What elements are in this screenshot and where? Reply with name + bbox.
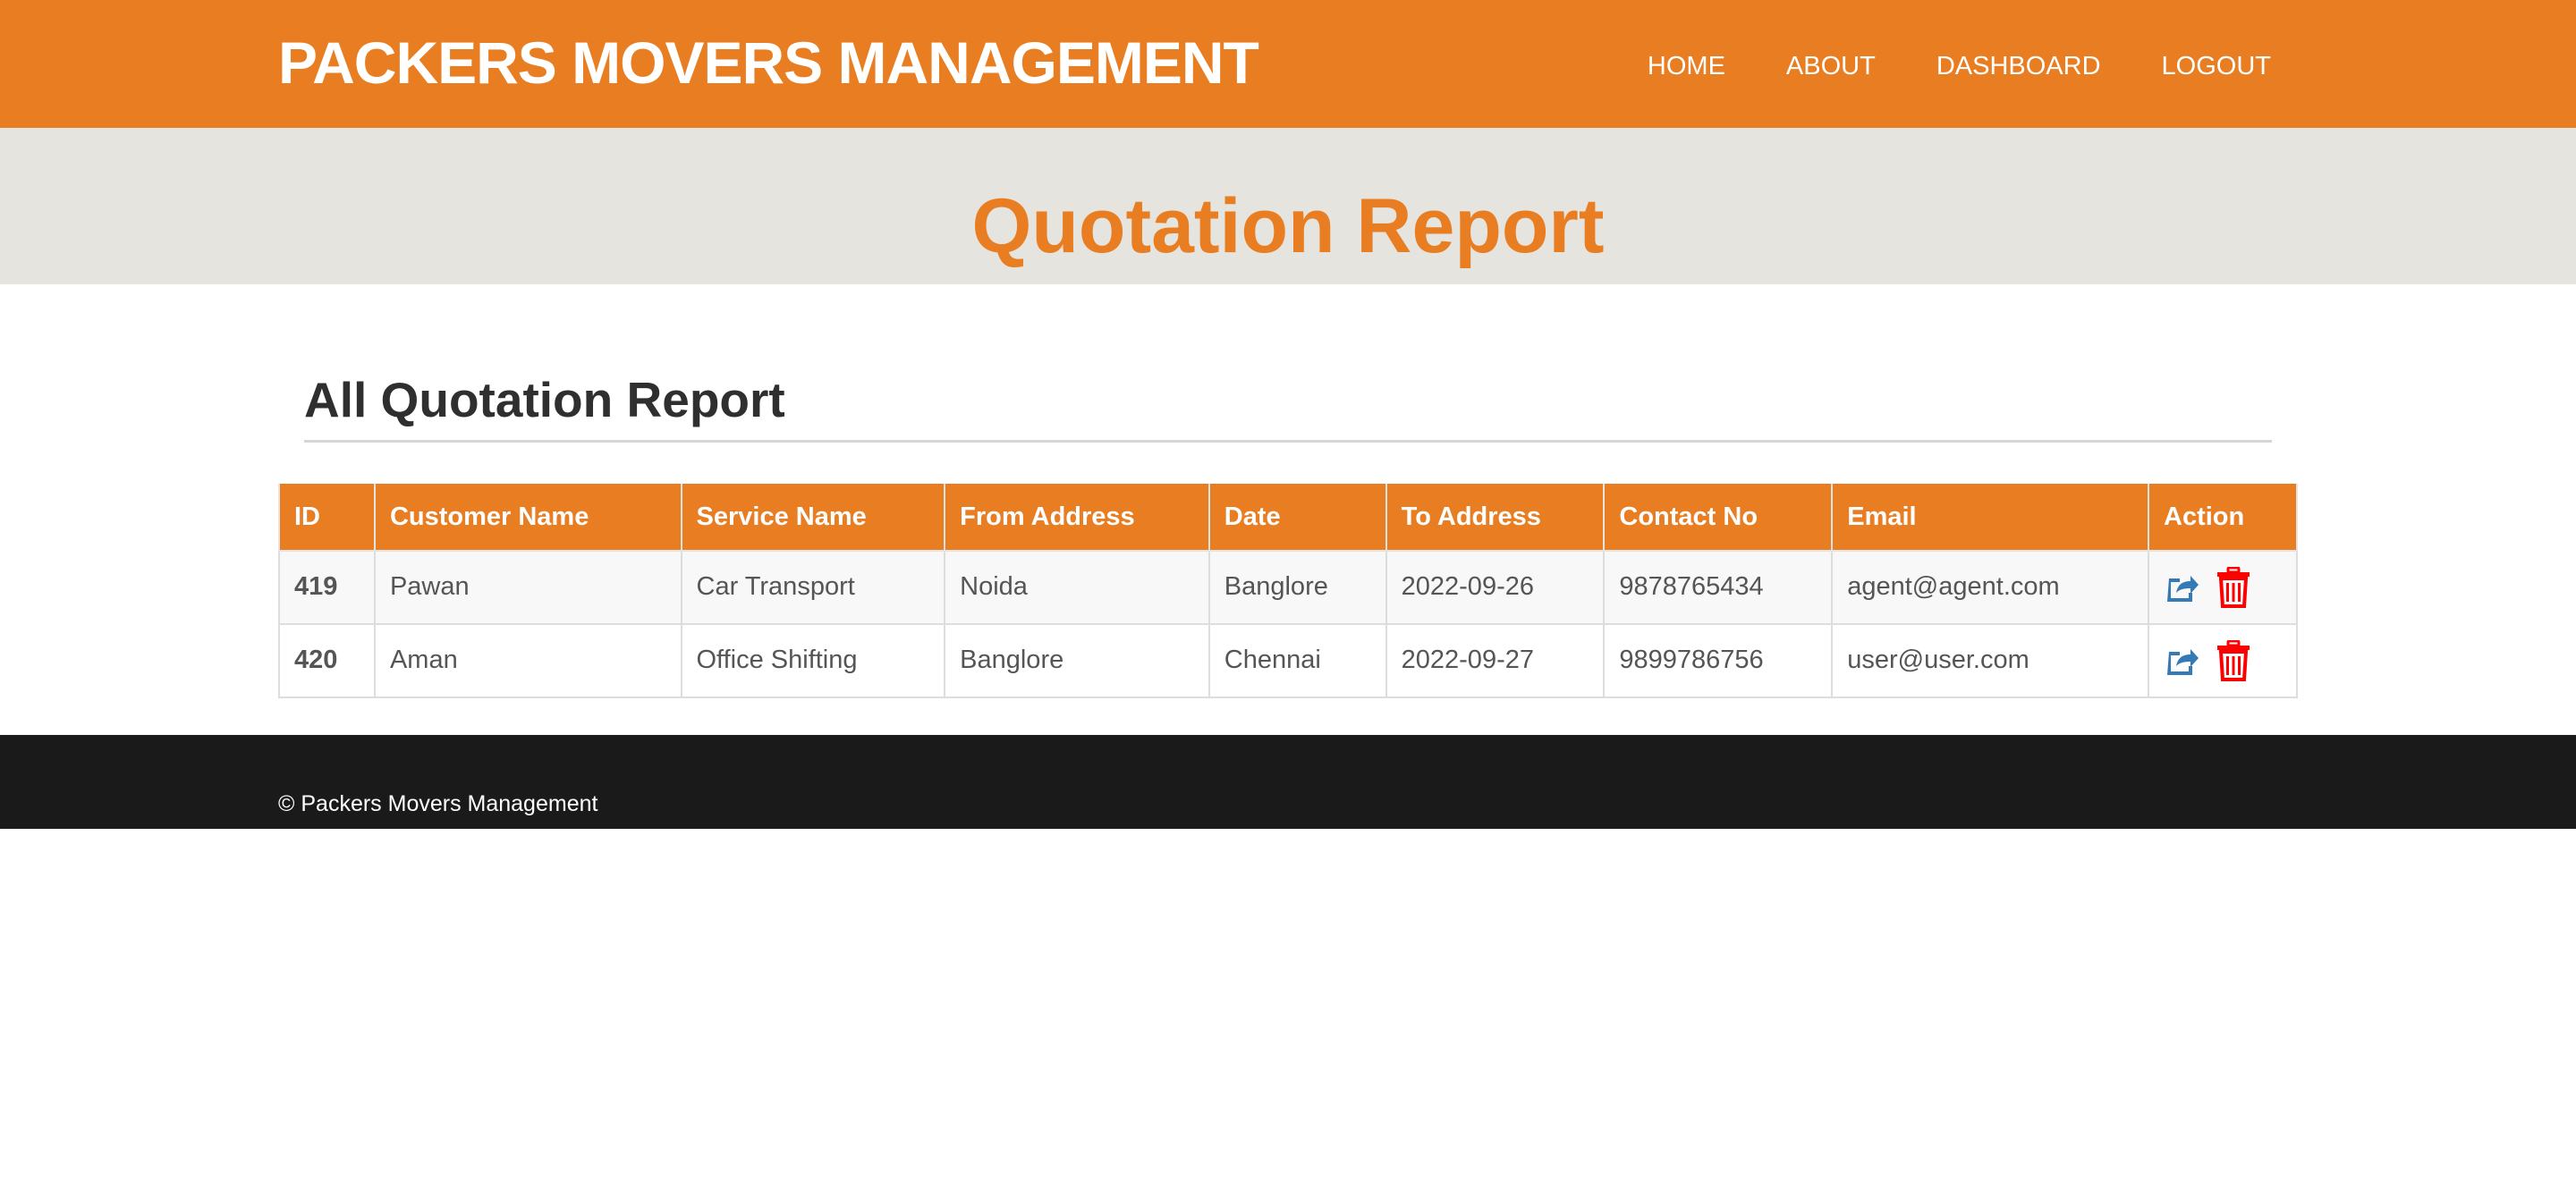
cell-email: agent@agent.com: [1831, 549, 2150, 625]
cell-from-address: Banglore: [944, 622, 1210, 698]
table-header-row: ID Customer Name Service Name From Addre…: [278, 484, 2298, 552]
nav-home-link[interactable]: HOME: [1648, 46, 1725, 86]
cell-date: Banglore: [1208, 549, 1387, 625]
column-header-customer-name: Customer Name: [373, 484, 682, 552]
cell-action: [2148, 622, 2298, 698]
top-navbar: PACKERS MOVERS MANAGEMENT HOME ABOUT DAS…: [0, 0, 2576, 128]
column-header-email: Email: [1831, 484, 2150, 552]
column-header-contact-no: Contact No: [1603, 484, 1834, 552]
cell-contact-no: 9878765434: [1603, 549, 1834, 625]
cell-customer-name: Aman: [373, 622, 682, 698]
page-banner: Quotation Report: [0, 128, 2576, 284]
cell-email: user@user.com: [1831, 622, 2150, 698]
column-header-date: Date: [1208, 484, 1387, 552]
main-nav: HOME ABOUT DASHBOARD LOGOUT: [1587, 46, 2271, 86]
column-header-id: ID: [278, 484, 376, 552]
quotation-table: ID Customer Name Service Name From Addre…: [278, 484, 2298, 698]
cell-contact-no: 9899786756: [1603, 622, 1834, 698]
column-header-action: Action: [2148, 484, 2298, 552]
column-header-to-address: To Address: [1385, 484, 1606, 552]
cell-action: [2148, 549, 2298, 625]
cell-service-name: Office Shifting: [680, 622, 946, 698]
footer: © Packers Movers Management: [0, 735, 2576, 829]
cell-from-address: Noida: [944, 549, 1210, 625]
cell-id: 420: [278, 622, 376, 698]
cell-date: Chennai: [1208, 622, 1387, 698]
nav-logout-link[interactable]: LOGOUT: [2162, 46, 2271, 86]
column-header-service-name: Service Name: [680, 484, 946, 552]
page-title: Quotation Report: [971, 183, 1605, 269]
nav-about-link[interactable]: ABOUT: [1786, 46, 1876, 86]
edit-icon[interactable]: [2164, 643, 2199, 679]
cell-service-name: Car Transport: [680, 549, 946, 625]
cell-id: 419: [278, 549, 376, 625]
cell-to-address: 2022-09-26: [1385, 549, 1606, 625]
footer-copyright: © Packers Movers Management: [278, 791, 598, 816]
section-title: All Quotation Report: [304, 372, 785, 427]
section-divider: [304, 440, 2272, 443]
trash-icon[interactable]: [2216, 566, 2251, 608]
table-row: 420 Aman Office Shifting Banglore Chenna…: [278, 622, 2298, 698]
edit-icon[interactable]: [2164, 570, 2199, 605]
cell-customer-name: Pawan: [373, 549, 682, 625]
brand-logo[interactable]: PACKERS MOVERS MANAGEMENT: [278, 27, 1259, 98]
column-header-from-address: From Address: [944, 484, 1210, 552]
table-row: 419 Pawan Car Transport Noida Banglore 2…: [278, 549, 2298, 625]
trash-icon[interactable]: [2216, 639, 2251, 681]
cell-to-address: 2022-09-27: [1385, 622, 1606, 698]
nav-dashboard-link[interactable]: DASHBOARD: [1936, 46, 2101, 86]
